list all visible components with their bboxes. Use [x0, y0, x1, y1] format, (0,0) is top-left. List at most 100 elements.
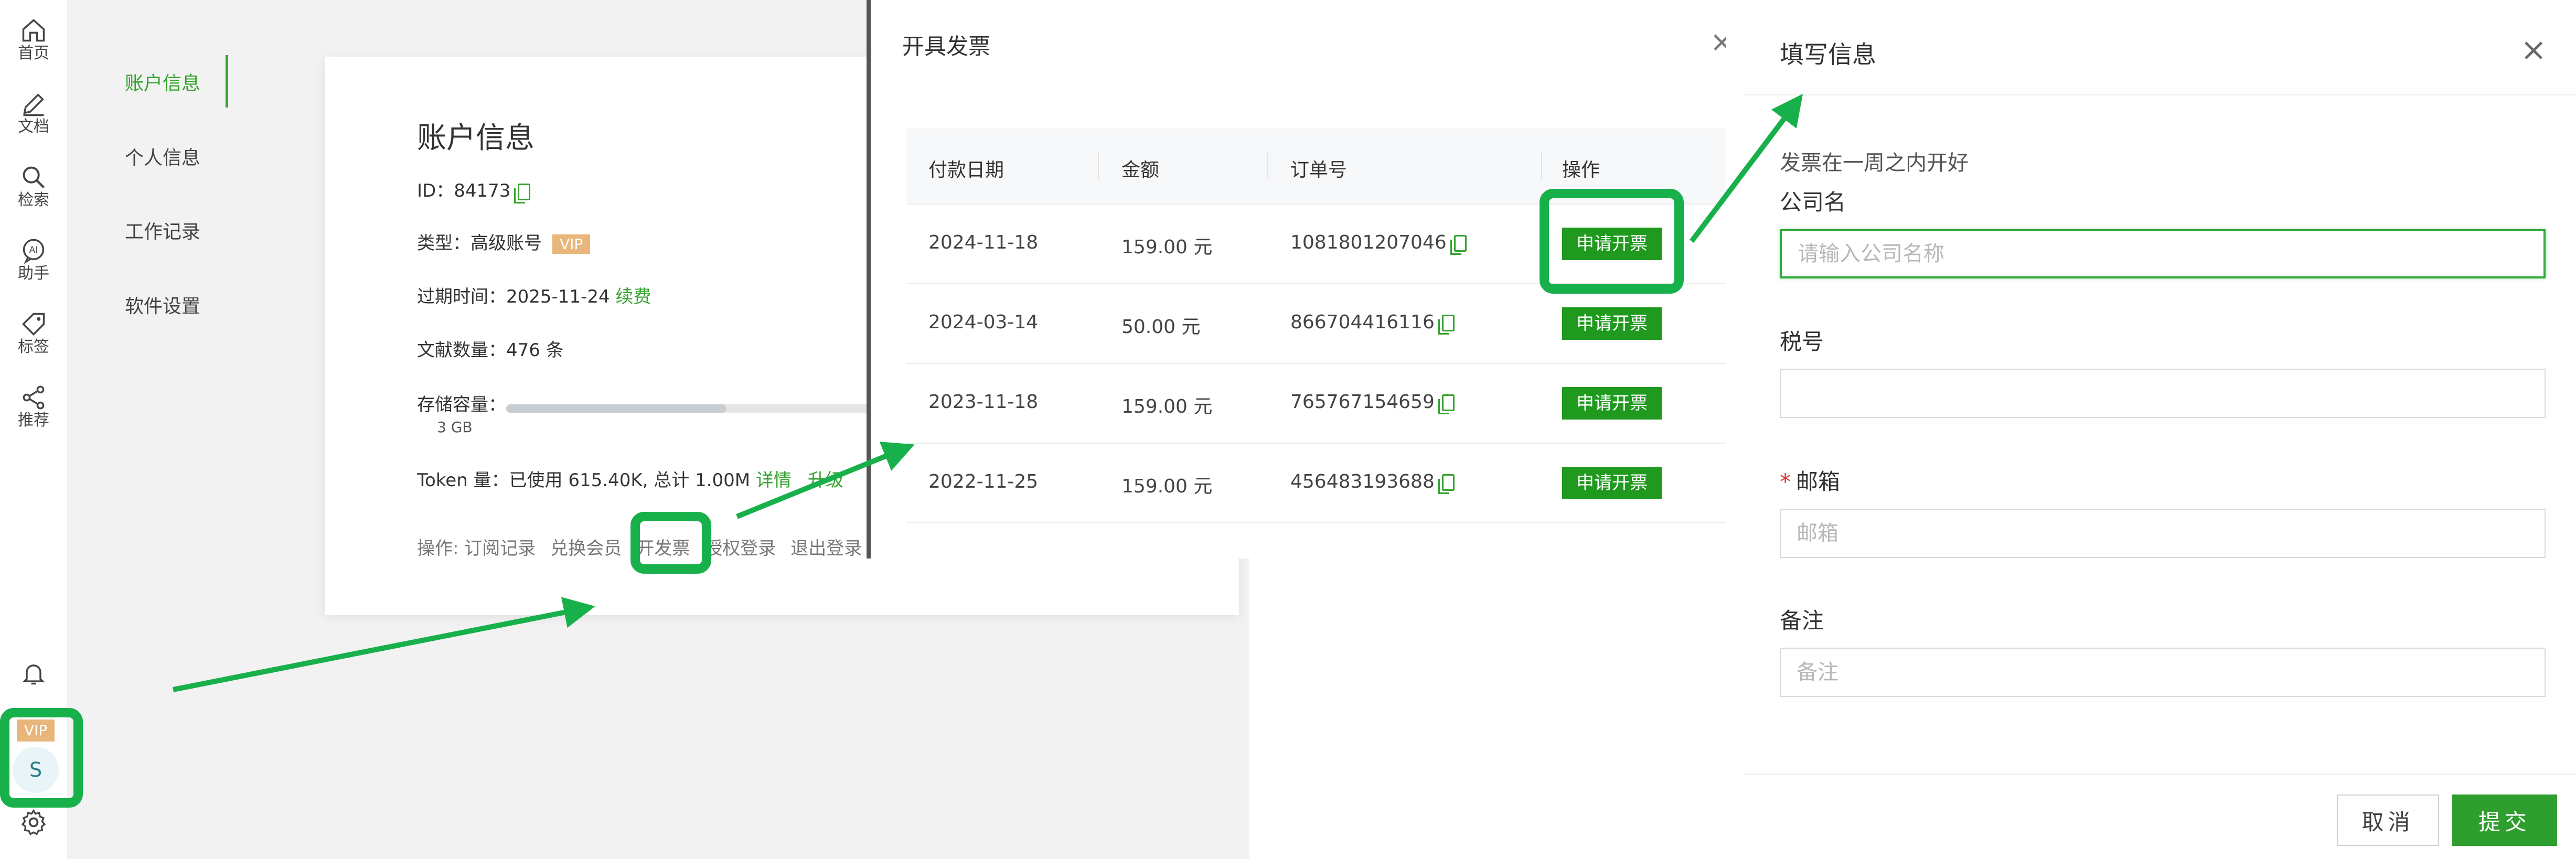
- op-logout[interactable]: 退出登录: [790, 538, 862, 559]
- col-amount: 金额: [1121, 159, 1160, 181]
- storage-label: 存储容量：: [417, 394, 506, 415]
- account-submenu: 账户信息 个人信息 工作记录 软件设置: [67, 0, 261, 859]
- gear-icon: [21, 809, 46, 835]
- ai-assistant-icon: AI: [23, 239, 45, 264]
- nav-docs[interactable]: 文档: [0, 90, 67, 136]
- highlight-avatar-box: [0, 708, 83, 808]
- submenu-software-settings[interactable]: 软件设置: [125, 291, 200, 318]
- account-id-row: ID：84173: [417, 176, 531, 203]
- token-details-link[interactable]: 详情: [756, 470, 792, 491]
- renew-link[interactable]: 续费: [615, 286, 651, 307]
- nav-home-label: 首页: [18, 44, 49, 62]
- header-divider: [1744, 94, 2576, 95]
- row-amount: 159.00 元: [1121, 237, 1213, 258]
- token-upgrade-link[interactable]: 升级: [808, 470, 843, 491]
- invoice-dialog-title: 开具发票: [902, 34, 991, 59]
- copy-icon[interactable]: [514, 183, 531, 203]
- table-row: 2023-11-18 159.00 元 765767154659 申请开票: [906, 364, 1740, 444]
- row-order-number: 866704416116: [1290, 312, 1435, 333]
- header-separator: [1267, 152, 1268, 179]
- email-label: 邮箱: [1796, 469, 1841, 495]
- required-mark: *: [1780, 469, 1791, 495]
- highlight-issue-invoice-box: [630, 512, 711, 574]
- apply-invoice-button[interactable]: 申请开票: [1562, 307, 1662, 340]
- row-date: 2022-11-25: [928, 471, 1039, 492]
- storage-row: 存储容量：: [417, 390, 506, 416]
- row-amount: 50.00 元: [1121, 316, 1201, 338]
- tax-number-input[interactable]: [1780, 369, 2546, 418]
- col-payment-date: 付款日期: [928, 159, 1004, 181]
- share-icon: [23, 385, 45, 410]
- nav-assistant[interactable]: AI 助手: [0, 237, 67, 283]
- fill-info-title: 填写信息: [1780, 40, 1876, 69]
- row-date: 2023-11-18: [928, 391, 1039, 413]
- row-order: 866704416116: [1290, 312, 1455, 335]
- type-value: 高级账号: [471, 233, 542, 254]
- expire-label: 过期时间：: [417, 286, 506, 307]
- copy-icon[interactable]: [1450, 235, 1467, 255]
- bell-icon: [22, 664, 45, 685]
- cancel-button[interactable]: 取消: [2337, 794, 2439, 846]
- nav-docs-label: 文档: [18, 117, 49, 136]
- fill-info-drawer: 填写信息 × 发票在一周之内开好 公司名 税号 *邮箱 备注 取消 提交: [1744, 0, 2576, 859]
- ops-label: 操作:: [417, 538, 459, 559]
- id-label: ID：: [417, 180, 454, 201]
- account-type-row: 类型：高级账号 VIP: [417, 229, 591, 254]
- row-date: 2024-03-14: [928, 312, 1039, 333]
- col-order-no: 订单号: [1290, 159, 1348, 181]
- submit-button[interactable]: 提交: [2452, 794, 2557, 846]
- pen-icon: [23, 93, 44, 116]
- notification-button[interactable]: [0, 660, 67, 687]
- company-name-input[interactable]: [1780, 229, 2546, 278]
- op-subscription-records[interactable]: 订阅记录: [464, 538, 536, 559]
- row-order-number: 1081801207046: [1290, 232, 1447, 253]
- expire-value: 2025-11-24: [506, 286, 610, 307]
- storage-progress-fill: [506, 404, 726, 413]
- row-amount: 159.00 元: [1121, 396, 1213, 417]
- row-order: 1081801207046: [1290, 232, 1467, 255]
- header-separator: [1541, 152, 1542, 179]
- table-row: 2022-11-25 159.00 元 456483193688 申请开票: [906, 444, 1740, 523]
- account-title: 账户信息: [417, 121, 535, 155]
- invoice-dialog-backdrop: [1249, 559, 1771, 859]
- copy-icon[interactable]: [1438, 315, 1455, 335]
- header-separator: [1098, 152, 1099, 179]
- op-authorize-login[interactable]: 授权登录: [704, 538, 776, 559]
- nav-home[interactable]: 首页: [0, 17, 67, 63]
- email-input[interactable]: [1780, 509, 2546, 558]
- settings-button[interactable]: [0, 808, 67, 837]
- type-vip-badge: VIP: [552, 234, 591, 254]
- copy-icon[interactable]: [1438, 394, 1455, 414]
- apply-invoice-button[interactable]: 申请开票: [1562, 467, 1662, 499]
- nav-recommend[interactable]: 推荐: [0, 384, 67, 430]
- nav-tags-label: 标签: [18, 338, 49, 356]
- remark-input[interactable]: [1780, 648, 2546, 697]
- storage-value: 3 GB: [437, 418, 473, 436]
- table-row: 2024-03-14 50.00 元 866704416116 申请开票: [906, 284, 1740, 364]
- docs-count-row: 文献数量：476 条: [417, 336, 564, 361]
- nav-recommend-label: 推荐: [18, 411, 49, 430]
- submenu-work-records[interactable]: 工作记录: [125, 217, 200, 244]
- row-order: 765767154659: [1290, 391, 1455, 414]
- op-redeem-membership[interactable]: 兑换会员: [550, 538, 622, 559]
- panel-gap: [1726, 0, 1744, 859]
- row-order-number: 765767154659: [1290, 391, 1435, 413]
- nav-tags[interactable]: 标签: [0, 310, 67, 357]
- row-order-number: 456483193688: [1290, 471, 1435, 492]
- copy-icon[interactable]: [1438, 474, 1455, 494]
- remark-label: 备注: [1780, 608, 1824, 633]
- submenu-personal-info[interactable]: 个人信息: [125, 143, 200, 170]
- footer-divider: [1744, 774, 2576, 775]
- tax-label: 税号: [1780, 329, 1824, 355]
- id-value: 84173: [454, 180, 511, 201]
- nav-search[interactable]: 检索: [0, 164, 67, 210]
- row-amount: 159.00 元: [1121, 476, 1213, 497]
- highlight-apply-invoice-box: [1540, 189, 1684, 294]
- token-value: 已使用 615.40K, 总计 1.00M: [509, 470, 751, 491]
- expire-row: 过期时间：2025-11-24 续费: [417, 282, 651, 308]
- submenu-account-info[interactable]: 账户信息: [125, 68, 200, 95]
- apply-invoice-button[interactable]: 申请开票: [1562, 387, 1662, 420]
- token-label: Token 量：: [417, 470, 509, 491]
- nav-search-label: 检索: [18, 191, 49, 209]
- fill-info-close-icon[interactable]: ×: [2520, 31, 2547, 68]
